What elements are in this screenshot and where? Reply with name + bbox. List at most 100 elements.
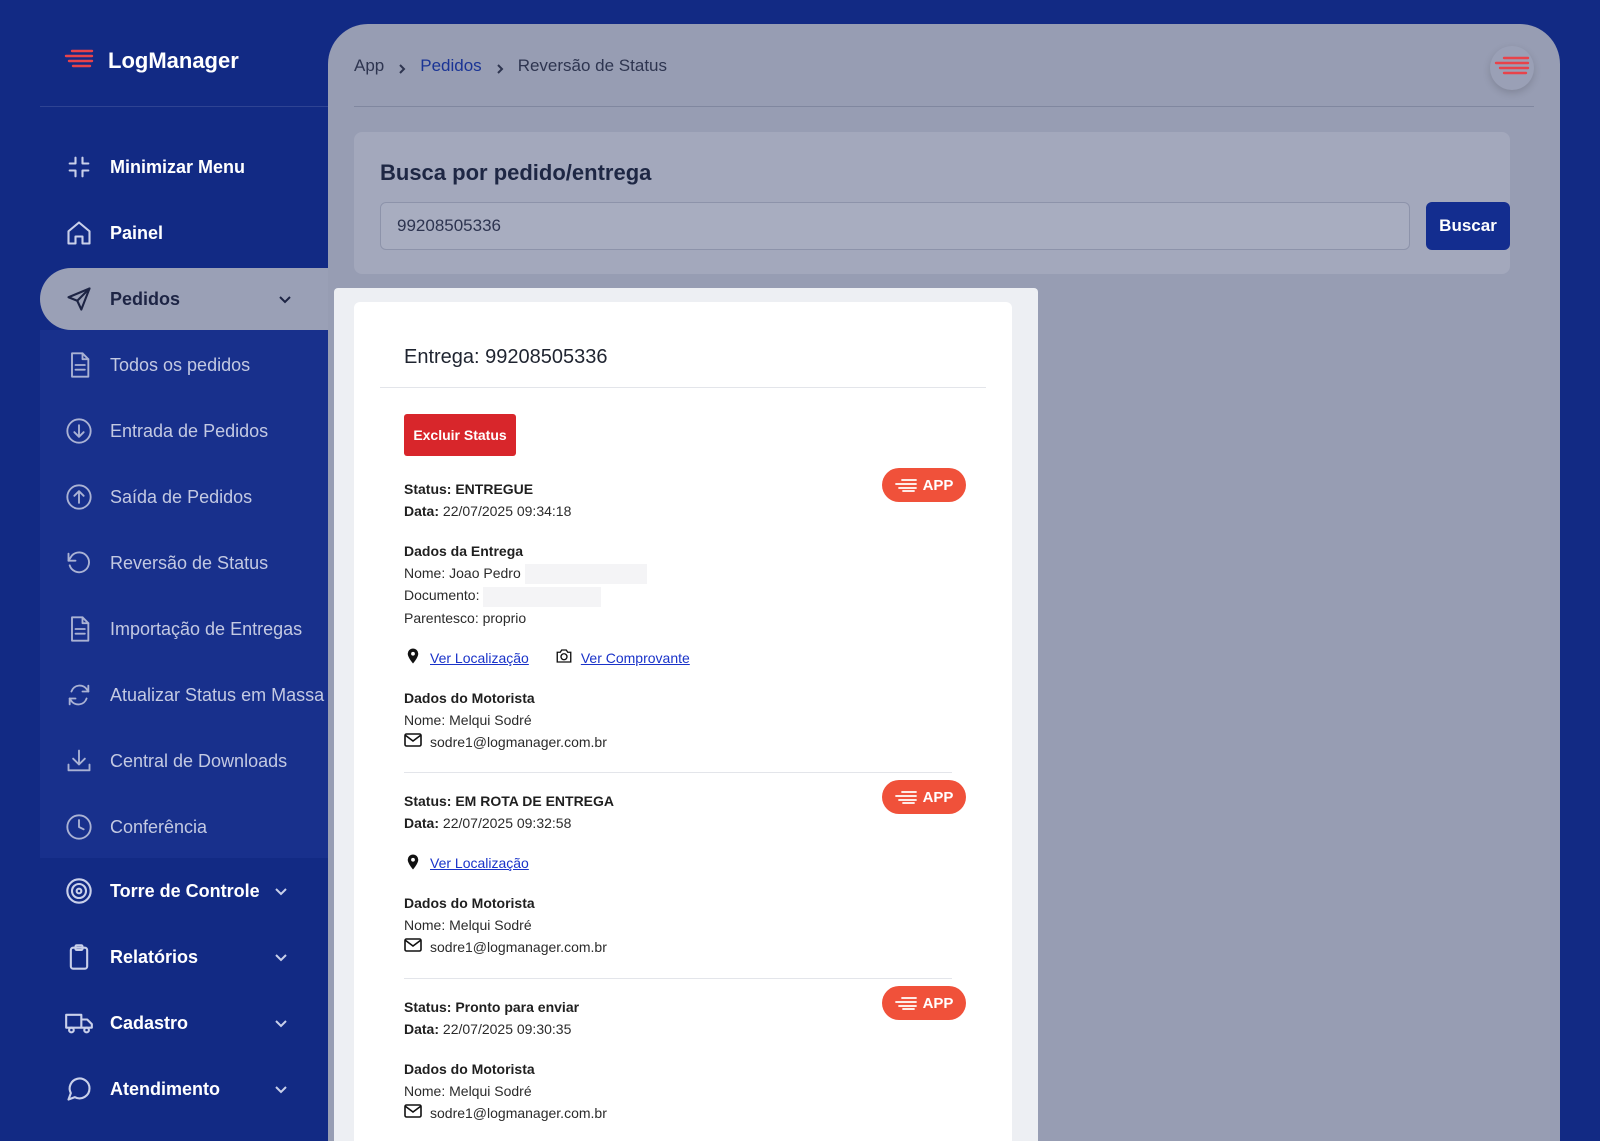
mail-icon (404, 936, 422, 958)
view-receipt-link[interactable]: Ver Comprovante (581, 650, 690, 666)
sidebar-subitem-label: Importação de Entregas (110, 618, 303, 639)
map-pin-icon (404, 647, 422, 668)
divider (40, 106, 328, 107)
view-location-link[interactable]: Ver Localização (430, 650, 529, 666)
brand-name: LogManager (108, 48, 239, 73)
receiver-name: Nome: Joao Pedro (404, 565, 521, 581)
truck-icon (64, 1008, 94, 1038)
chevron-right-icon (494, 60, 506, 74)
breadcrumb-section[interactable]: Pedidos (420, 56, 481, 76)
receiver-relationship: Parentesco: proprio (404, 609, 527, 626)
send-icon (64, 284, 94, 314)
logo-icon (894, 997, 917, 1010)
driver-email: sodre1@logmanager.com.br (430, 733, 607, 750)
badge-label: APP (922, 994, 954, 1012)
app-badge: APP (882, 468, 966, 502)
sidebar-item-label: Atendimento (110, 1078, 220, 1099)
refresh-icon (64, 680, 94, 710)
camera-icon (555, 647, 573, 668)
date-label: Data: (404, 1021, 440, 1037)
mail-icon (404, 1102, 422, 1124)
sidebar-item-relatorios[interactable]: Relatórios (40, 926, 328, 988)
driver-name: Nome: Melqui Sodré (404, 1083, 532, 1099)
date-label: Data: (404, 815, 440, 831)
sidebar-item-label: Minimizar Menu (110, 156, 246, 177)
date-value: 22/07/2025 09:30:35 (442, 1021, 572, 1037)
sidebar-subitem-label: Central de Downloads (110, 750, 288, 771)
driver-data-title: Dados do Motorista (404, 895, 535, 911)
status-label: Status: (404, 999, 452, 1015)
sidebar-item-painel[interactable]: Painel (40, 202, 328, 264)
driver-data-title: Dados do Motorista (404, 1061, 535, 1077)
sidebar-subitem-atualizar[interactable]: Atualizar Status em Massa (40, 664, 328, 726)
view-location-link[interactable]: Ver Localização (430, 855, 529, 871)
sidebar-subitem-importacao[interactable]: Importação de Entregas (40, 598, 328, 660)
divider (404, 978, 952, 979)
download-icon (64, 746, 94, 776)
sidebar-subitem-label: Entrada de Pedidos (110, 420, 269, 441)
divider (404, 772, 952, 773)
sidebar-subitem-entrada[interactable]: Entrada de Pedidos (40, 400, 328, 462)
undo-icon (64, 548, 94, 578)
status-entry: APP Status: ENTREGUE Data: 22/07/2025 09… (404, 468, 966, 753)
sidebar-subitem-downloads[interactable]: Central de Downloads (40, 730, 328, 792)
sidebar-subitem-reversao[interactable]: Reversão de Status (40, 532, 328, 594)
mail-icon (404, 731, 422, 753)
sidebar-item-label: Relatórios (110, 946, 199, 967)
brand[interactable]: LogManager (64, 46, 239, 76)
driver-name: Nome: Melqui Sodré (404, 711, 532, 728)
date-value: 22/07/2025 09:32:58 (442, 815, 572, 831)
sidebar-subitem-label: Todos os pedidos (110, 354, 251, 375)
logo-icon (64, 48, 94, 74)
sidebar-subitem-saida[interactable]: Saída de Pedidos (40, 466, 328, 528)
sidebar-item-cadastro[interactable]: Cadastro (40, 992, 328, 1054)
sidebar-subitem-label: Saída de Pedidos (110, 486, 253, 507)
app-badge: APP (882, 780, 966, 814)
status-value: Pronto para enviar (455, 999, 580, 1015)
sidebar-subitem-conferencia[interactable]: Conferência (40, 796, 328, 858)
search-title: Busca por pedido/entrega (380, 160, 652, 185)
search-button[interactable]: Buscar (1426, 202, 1510, 250)
user-avatar[interactable] (1490, 46, 1534, 90)
sidebar-subitem-todos[interactable]: Todos os pedidos (40, 334, 328, 396)
sidebar-item-atendimento[interactable]: Atendimento (40, 1058, 328, 1120)
date-value: 22/07/2025 09:34:18 (442, 503, 572, 519)
driver-data-title: Dados do Motorista (404, 689, 535, 706)
sidebar-item-label: Painel (110, 222, 164, 243)
delivery-data-title: Dados da Entrega (404, 543, 524, 559)
delete-status-button[interactable]: Excluir Status (404, 414, 516, 456)
sidebar-item-torre[interactable]: Torre de Controle (40, 860, 328, 922)
receiver-document: Documento: (404, 587, 480, 604)
sidebar: LogManager Minimizar Menu Painel Pedidos… (0, 0, 332, 1141)
sidebar-item-minimize[interactable]: Minimizar Menu (40, 136, 328, 198)
detail-card: Entrega: 99208505336 Excluir Status APP … (354, 302, 1012, 1141)
search-input[interactable] (380, 202, 1410, 250)
sidebar-subitem-label: Reversão de Status (110, 552, 269, 573)
status-value: EM ROTA DE ENTREGA (455, 793, 615, 809)
target-icon (64, 876, 94, 906)
arrow-down-circle-icon (64, 416, 94, 446)
breadcrumb-current: Reversão de Status (517, 56, 667, 75)
chevron-right-icon (396, 60, 408, 74)
badge-label: APP (922, 476, 954, 494)
sidebar-item-label: Torre de Controle (110, 880, 260, 901)
breadcrumb-root[interactable]: App (354, 56, 384, 76)
sidebar-subitem-label: Conferência (110, 816, 208, 837)
date-label: Data: (404, 503, 440, 519)
driver-email: sodre1@logmanager.com.br (430, 939, 607, 955)
app-badge: APP (882, 986, 966, 1020)
document-icon (64, 350, 94, 380)
arrow-up-circle-icon (64, 482, 94, 512)
chevron-down-icon (278, 290, 292, 304)
clock-icon (64, 812, 94, 842)
entrega-title: Entrega: 99208505336 (404, 346, 608, 368)
home-icon (64, 218, 94, 248)
map-pin-icon (404, 853, 422, 874)
logo-icon (894, 791, 917, 804)
logo-icon (1494, 55, 1530, 82)
status-label: Status: (404, 793, 452, 809)
search-panel: Busca por pedido/entrega Buscar (354, 132, 1510, 274)
clipboard-icon (64, 942, 94, 972)
chevron-down-icon (274, 1014, 288, 1028)
sidebar-item-pedidos[interactable]: Pedidos (40, 268, 332, 330)
